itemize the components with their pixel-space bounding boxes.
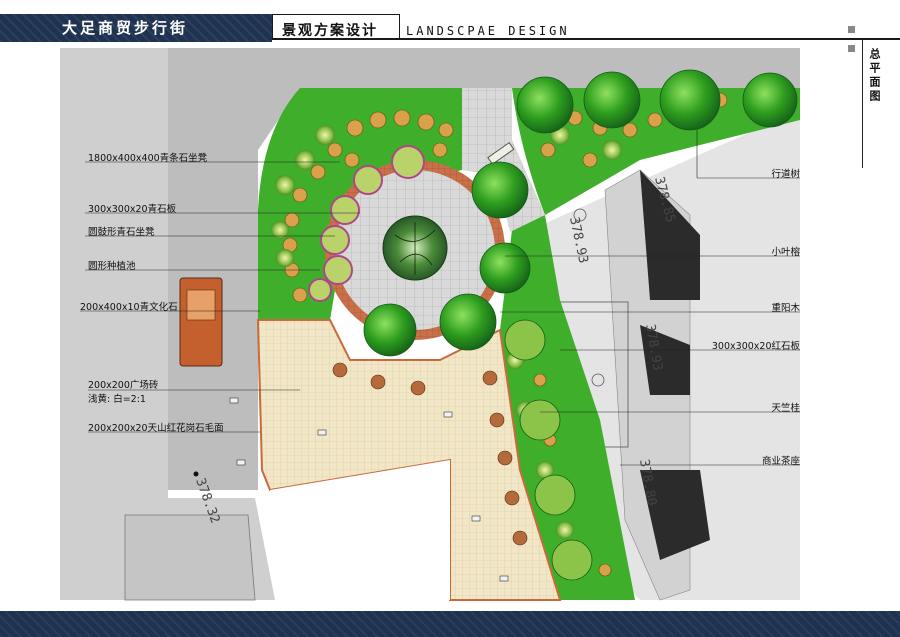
label-street-tree: 行道树: [771, 169, 800, 180]
label-culture-stone: 200x400x10青文化石: [80, 302, 178, 313]
label-drum-stool: 圆鼓形青石坐凳: [88, 227, 155, 238]
label-tile-ratio: 浅黄: 白=2:1: [88, 394, 146, 405]
footer-band: [0, 611, 900, 637]
elevation-point: [193, 471, 199, 477]
building-left: [124, 514, 256, 601]
label-bluestone-slab: 300x300x20青石板: [88, 204, 177, 215]
label-tea-seating: 商业茶座: [761, 456, 800, 467]
site-plan: 378.85 378.93 378.93 378.80 378.32: [60, 48, 800, 601]
label-bischofia: 重阳木: [771, 303, 800, 314]
label-stone-bench: 1800x400x400青条石坐凳: [88, 153, 208, 164]
label-cinnamomum: 天竺桂: [771, 403, 800, 414]
label-ficus: 小叶榕: [771, 247, 800, 258]
label-plaza-tile: 200x200广场砖: [88, 380, 159, 391]
label-round-planter: 圆形种植池: [88, 261, 136, 272]
label-red-slab: 300x300x20红石板: [711, 341, 800, 352]
label-granite: 200x200x20天山红花岗石毛面: [88, 423, 224, 434]
